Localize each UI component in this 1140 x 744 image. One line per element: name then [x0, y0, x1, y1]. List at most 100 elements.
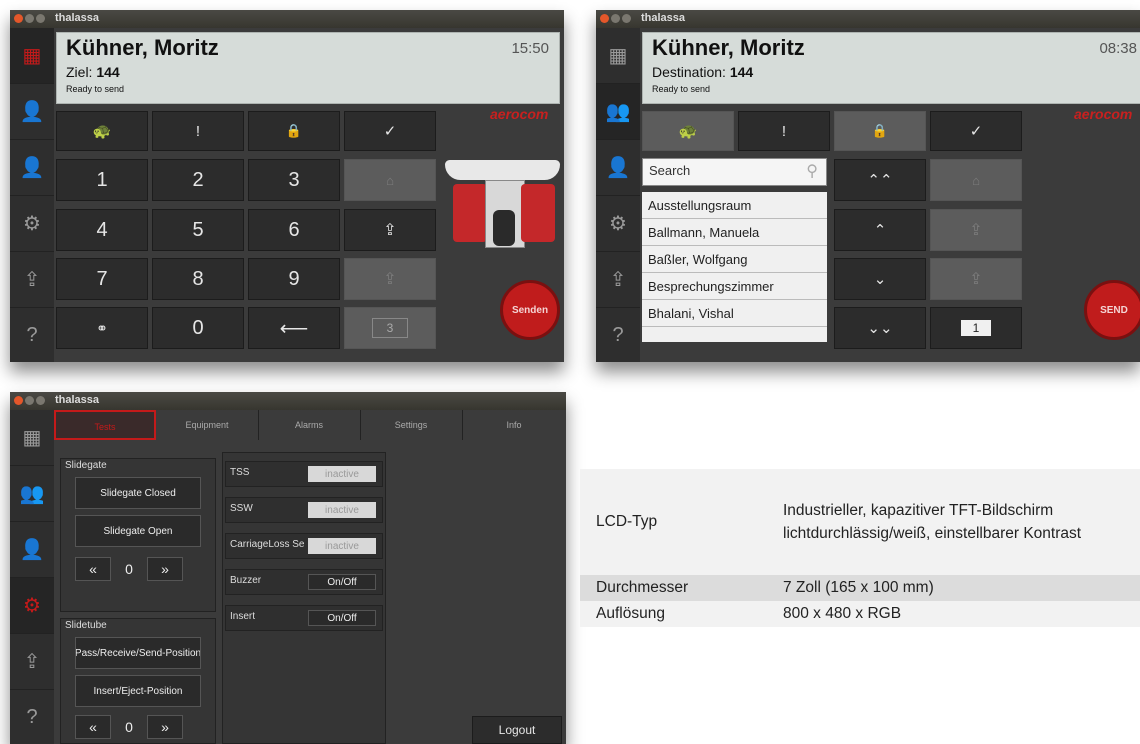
- keypad-icon[interactable]: ▦: [10, 410, 54, 466]
- search-icon: ⚲: [806, 163, 818, 180]
- toggle-button[interactable]: ⚭: [56, 307, 148, 349]
- list-item[interactable]: Bhalani, Vishal: [642, 300, 827, 327]
- turtle-button[interactable]: 🐢: [642, 111, 734, 151]
- destination-value: 144: [96, 64, 120, 80]
- help-icon[interactable]: ?: [10, 308, 54, 362]
- io-label: TSS: [230, 467, 250, 478]
- stepper-value: 0: [125, 561, 133, 577]
- transfer-disabled-button[interactable]: ⇪: [930, 258, 1022, 300]
- lock-button[interactable]: 🔒: [834, 111, 926, 151]
- counter-button[interactable]: 1: [930, 307, 1022, 349]
- insert-eject-button[interactable]: Insert/Eject-Position: [75, 675, 201, 707]
- buzzer-toggle[interactable]: On/Off: [308, 574, 376, 590]
- confirm-button[interactable]: ✓: [930, 111, 1022, 151]
- key-2[interactable]: 2: [152, 159, 244, 201]
- key-3[interactable]: 3: [248, 159, 340, 201]
- key-1[interactable]: 1: [56, 159, 148, 201]
- keypad-icon[interactable]: ▦: [10, 28, 54, 84]
- transfer-disabled-button[interactable]: ⇪: [344, 258, 436, 300]
- help-icon[interactable]: ?: [596, 308, 640, 362]
- key-9[interactable]: 9: [248, 258, 340, 300]
- minimize-icon[interactable]: [25, 396, 34, 405]
- maximize-icon[interactable]: [36, 14, 45, 23]
- close-icon[interactable]: [14, 396, 23, 405]
- priority-button[interactable]: !: [738, 111, 830, 151]
- insert-toggle[interactable]: On/Off: [308, 610, 376, 626]
- recipient-name: Kühner, Moritz: [66, 35, 219, 60]
- slidegate-open-button[interactable]: Slidegate Open: [75, 515, 201, 547]
- key-0[interactable]: 0: [152, 307, 244, 349]
- priority-button[interactable]: !: [152, 111, 244, 151]
- increment-button[interactable]: »: [147, 715, 183, 739]
- counter-button[interactable]: 3: [344, 307, 436, 349]
- send-button[interactable]: SEND: [1084, 280, 1140, 340]
- favorites-icon[interactable]: 👤: [10, 140, 54, 196]
- turtle-button[interactable]: 🐢: [56, 111, 148, 151]
- close-icon[interactable]: [14, 14, 23, 23]
- contact-list[interactable]: Ausstellungsraum Ballmann, Manuela Baßle…: [642, 192, 827, 342]
- confirm-button[interactable]: ✓: [344, 111, 436, 151]
- io-row-ssw: SSW inactive: [225, 497, 383, 523]
- io-row-buzzer: Buzzer On/Off: [225, 569, 383, 595]
- scroll-down-button[interactable]: ⌄: [834, 258, 926, 300]
- io-row-tss: TSS inactive: [225, 461, 383, 487]
- lock-button[interactable]: 🔒: [248, 111, 340, 151]
- status-header: Kühner, Moritz 15:50 Ziel: 144 Ready to …: [56, 32, 560, 104]
- decrement-button[interactable]: «: [75, 557, 111, 581]
- page-down-button[interactable]: ⌄⌄: [834, 307, 926, 349]
- transfer-button[interactable]: ⇪: [344, 209, 436, 251]
- maximize-icon[interactable]: [36, 396, 45, 405]
- pass-receive-send-button[interactable]: Pass/Receive/Send-Position: [75, 637, 201, 669]
- page-up-button[interactable]: ⌃⌃: [834, 159, 926, 201]
- title-bar: thalassa: [10, 392, 566, 410]
- slidegate-closed-button[interactable]: Slidegate Closed: [75, 477, 201, 509]
- settings-icon[interactable]: ⚙: [596, 196, 640, 252]
- maximize-icon[interactable]: [622, 14, 631, 23]
- backspace-button[interactable]: ⟵: [248, 307, 340, 349]
- favorites-icon[interactable]: 👤: [10, 522, 54, 578]
- key-7[interactable]: 7: [56, 258, 148, 300]
- contacts-icon[interactable]: 👤: [10, 84, 54, 140]
- io-group: TSS inactive SSW inactive CarriageLoss Sen…: [222, 452, 386, 744]
- decrement-button[interactable]: «: [75, 715, 111, 739]
- contacts-icon[interactable]: 👥: [10, 466, 54, 522]
- list-item[interactable]: Ballmann, Manuela: [642, 219, 827, 246]
- key-6[interactable]: 6: [248, 209, 340, 251]
- increment-button[interactable]: »: [147, 557, 183, 581]
- list-item[interactable]: Besprechungszimmer: [642, 273, 827, 300]
- list-item[interactable]: Ausstellungsraum: [642, 192, 827, 219]
- status-header: Kühner, Moritz 08:38 Destination: 144 Re…: [642, 32, 1140, 104]
- help-icon[interactable]: ?: [10, 690, 54, 744]
- home-button[interactable]: ⌂: [930, 159, 1022, 201]
- tab-equipment[interactable]: Equipment: [156, 410, 259, 440]
- upload-icon[interactable]: ⇪: [10, 252, 54, 308]
- scroll-up-button[interactable]: ⌃: [834, 209, 926, 251]
- brand-logo: aerocom: [490, 106, 549, 122]
- minimize-icon[interactable]: [611, 14, 620, 23]
- list-item[interactable]: Baßler, Wolfgang: [642, 246, 827, 273]
- tab-settings[interactable]: Settings: [360, 410, 463, 440]
- key-4[interactable]: 4: [56, 209, 148, 251]
- logout-button[interactable]: Logout: [472, 716, 562, 744]
- transfer-button[interactable]: ⇪: [930, 209, 1022, 251]
- home-button[interactable]: ⌂: [344, 159, 436, 201]
- tab-alarms[interactable]: Alarms: [258, 410, 361, 440]
- key-5[interactable]: 5: [152, 209, 244, 251]
- spec-value: 800 x 480 x RGB: [783, 605, 902, 622]
- keypad-icon[interactable]: ▦: [596, 28, 640, 84]
- send-button[interactable]: Senden: [500, 280, 560, 340]
- contacts-icon[interactable]: 👥: [596, 84, 640, 140]
- upload-icon[interactable]: ⇪: [10, 634, 54, 690]
- tab-tests[interactable]: Tests: [54, 410, 156, 440]
- slidetube-group: Slidetube Pass/Receive/Send-Position Ins…: [60, 618, 216, 744]
- search-input[interactable]: Search ⚲: [642, 158, 827, 186]
- key-8[interactable]: 8: [152, 258, 244, 300]
- upload-icon[interactable]: ⇪: [596, 252, 640, 308]
- close-icon[interactable]: [600, 14, 609, 23]
- settings-icon[interactable]: ⚙: [10, 578, 54, 634]
- minimize-icon[interactable]: [25, 14, 34, 23]
- title-bar: thalassa: [596, 10, 1140, 28]
- favorites-icon[interactable]: 👤: [596, 140, 640, 196]
- settings-icon[interactable]: ⚙: [10, 196, 54, 252]
- tab-info[interactable]: Info: [462, 410, 566, 440]
